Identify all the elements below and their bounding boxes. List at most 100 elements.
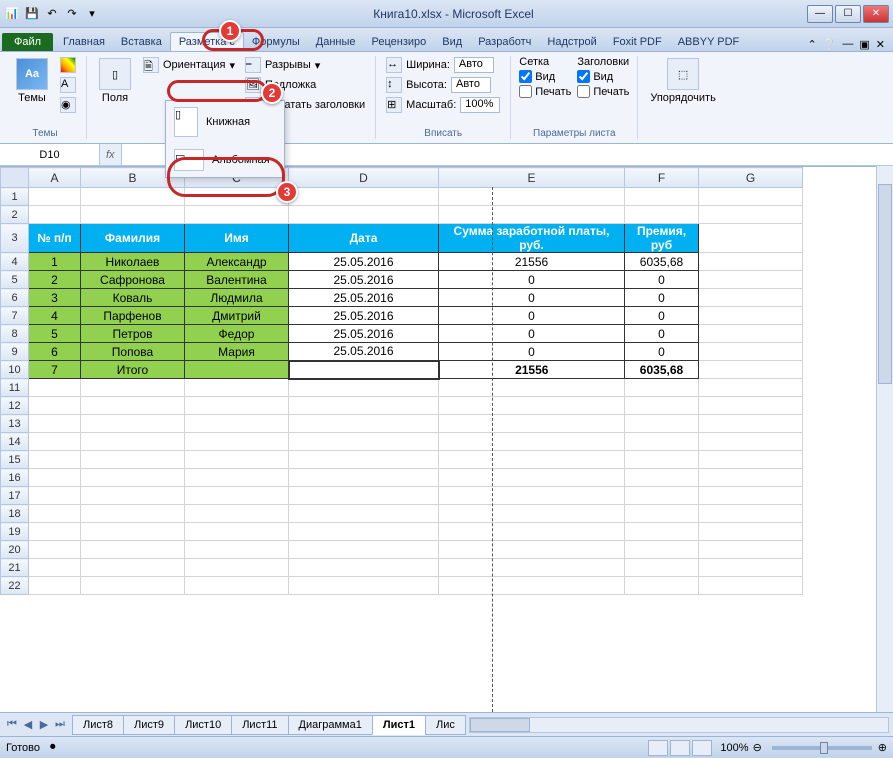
sheet-tab-Лист8[interactable]: Лист8 bbox=[72, 715, 124, 735]
cell[interactable] bbox=[185, 397, 289, 415]
select-all-corner[interactable] bbox=[1, 168, 29, 188]
cell[interactable] bbox=[185, 361, 289, 379]
cell[interactable] bbox=[699, 433, 803, 451]
theme-colors-icon[interactable] bbox=[58, 56, 78, 74]
row-header-12[interactable]: 12 bbox=[1, 397, 29, 415]
cell[interactable]: 6035,68 bbox=[625, 361, 699, 379]
row-header-22[interactable]: 22 bbox=[1, 577, 29, 595]
cell[interactable] bbox=[185, 487, 289, 505]
cell[interactable]: 3 bbox=[29, 289, 81, 307]
cell[interactable] bbox=[29, 379, 81, 397]
cell[interactable]: 21556 bbox=[439, 253, 625, 271]
maximize-button[interactable]: ☐ bbox=[835, 5, 861, 23]
cell[interactable] bbox=[699, 325, 803, 343]
cell[interactable] bbox=[185, 523, 289, 541]
undo-icon[interactable]: ↶ bbox=[44, 6, 60, 22]
cell[interactable]: 25.05.2016 bbox=[289, 325, 439, 343]
zoom-in-button[interactable]: ⊕ bbox=[878, 741, 887, 754]
cell[interactable] bbox=[699, 577, 803, 595]
cell[interactable] bbox=[289, 397, 439, 415]
col-header-F[interactable]: F bbox=[625, 168, 699, 188]
cell[interactable] bbox=[81, 469, 185, 487]
theme-fonts-icon[interactable]: A bbox=[58, 76, 78, 94]
cell[interactable] bbox=[625, 541, 699, 559]
cell[interactable] bbox=[29, 523, 81, 541]
row-header-1[interactable]: 1 bbox=[1, 188, 29, 206]
col-header-A[interactable]: A bbox=[29, 168, 81, 188]
cell[interactable] bbox=[289, 188, 439, 206]
cell[interactable] bbox=[439, 451, 625, 469]
cell[interactable]: Дмитрий bbox=[185, 307, 289, 325]
cell[interactable] bbox=[289, 541, 439, 559]
cell[interactable] bbox=[81, 188, 185, 206]
cell[interactable] bbox=[625, 415, 699, 433]
tab-developer[interactable]: Разработч bbox=[470, 33, 539, 51]
active-cell[interactable] bbox=[289, 361, 439, 379]
cell[interactable] bbox=[185, 379, 289, 397]
cell[interactable] bbox=[699, 487, 803, 505]
spreadsheet-grid[interactable]: ABCDEFG123№ п/пФамилияИмяДатаСумма зараб… bbox=[0, 166, 893, 712]
row-header-11[interactable]: 11 bbox=[1, 379, 29, 397]
cell[interactable] bbox=[81, 523, 185, 541]
col-header-E[interactable]: E bbox=[439, 168, 625, 188]
fx-icon[interactable]: fx bbox=[100, 149, 121, 161]
cell[interactable]: 0 bbox=[625, 289, 699, 307]
cell[interactable] bbox=[699, 541, 803, 559]
minimize-ribbon-icon[interactable]: ⌃ bbox=[807, 38, 816, 51]
cell[interactable] bbox=[699, 469, 803, 487]
row-header-15[interactable]: 15 bbox=[1, 451, 29, 469]
sheet-tab-Лис[interactable]: Лис bbox=[425, 715, 466, 735]
tab-insert[interactable]: Вставка bbox=[113, 33, 170, 51]
head-view-check[interactable]: Вид bbox=[577, 70, 629, 83]
cell[interactable] bbox=[439, 206, 625, 224]
cell[interactable] bbox=[289, 505, 439, 523]
row-header-19[interactable]: 19 bbox=[1, 523, 29, 541]
cell[interactable] bbox=[439, 505, 625, 523]
cell[interactable] bbox=[185, 505, 289, 523]
cell[interactable] bbox=[699, 451, 803, 469]
cell[interactable]: 4 bbox=[29, 307, 81, 325]
cell[interactable] bbox=[289, 469, 439, 487]
orientation-button[interactable]: 🗎 Ориентация ▾ bbox=[141, 56, 237, 74]
cell[interactable]: 0 bbox=[625, 271, 699, 289]
cell[interactable] bbox=[439, 487, 625, 505]
macro-record-icon[interactable]: ⏺ bbox=[50, 741, 56, 754]
cell[interactable] bbox=[29, 433, 81, 451]
cell[interactable]: Петров bbox=[81, 325, 185, 343]
cell[interactable] bbox=[185, 188, 289, 206]
cell[interactable] bbox=[439, 188, 625, 206]
row-header-17[interactable]: 17 bbox=[1, 487, 29, 505]
cell[interactable]: Александр bbox=[185, 253, 289, 271]
cell[interactable] bbox=[185, 451, 289, 469]
cell[interactable] bbox=[29, 559, 81, 577]
cell[interactable] bbox=[29, 505, 81, 523]
cell[interactable] bbox=[625, 559, 699, 577]
cell[interactable]: 5 bbox=[29, 325, 81, 343]
themes-button[interactable]: Aa Темы bbox=[12, 56, 52, 106]
cell[interactable] bbox=[289, 379, 439, 397]
row-header-7[interactable]: 7 bbox=[1, 307, 29, 325]
cell[interactable] bbox=[185, 206, 289, 224]
cell[interactable] bbox=[29, 451, 81, 469]
cell[interactable] bbox=[289, 206, 439, 224]
cell[interactable]: Людмила bbox=[185, 289, 289, 307]
cell[interactable] bbox=[29, 541, 81, 559]
cell[interactable] bbox=[29, 487, 81, 505]
cell[interactable] bbox=[699, 397, 803, 415]
cell[interactable]: 0 bbox=[625, 325, 699, 343]
cell[interactable] bbox=[185, 559, 289, 577]
cell[interactable]: 0 bbox=[439, 271, 625, 289]
cell[interactable] bbox=[699, 343, 803, 361]
cell[interactable] bbox=[699, 505, 803, 523]
zoom-out-button[interactable]: ⊖ bbox=[753, 741, 762, 754]
cell[interactable]: 0 bbox=[439, 325, 625, 343]
cell[interactable]: Николаев bbox=[81, 253, 185, 271]
name-box[interactable]: D10 bbox=[0, 144, 100, 165]
window-min-icon[interactable]: — bbox=[842, 38, 853, 51]
cell[interactable] bbox=[81, 505, 185, 523]
cell[interactable]: 2 bbox=[29, 271, 81, 289]
cell[interactable]: Парфенов bbox=[81, 307, 185, 325]
theme-effects-icon[interactable]: ◉ bbox=[58, 96, 78, 114]
cell[interactable] bbox=[625, 379, 699, 397]
cell[interactable]: 0 bbox=[439, 343, 625, 361]
